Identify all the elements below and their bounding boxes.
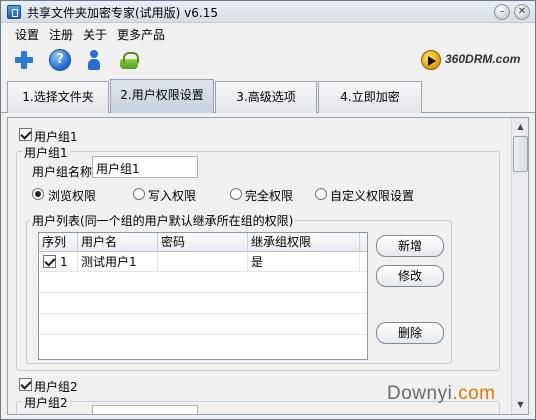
title-bar: 共享文件夹加密专家(试用版) v6.15 – ✕ <box>1 1 535 23</box>
menu-register[interactable]: 注册 <box>49 26 73 43</box>
radio-browse-label: 浏览权限 <box>48 189 97 203</box>
group2-checkbox-label: 用户组2 <box>34 380 78 394</box>
radio-write-label: 写入权限 <box>148 189 197 203</box>
site-watermark: Downyi.com <box>387 383 496 405</box>
col-username[interactable]: 用户名 <box>78 233 158 252</box>
group1-box-title: 用户组1 <box>22 144 70 161</box>
brand-logo[interactable]: 360DRM.com <box>421 49 529 71</box>
row-checkbox[interactable] <box>43 255 56 268</box>
scroll-thumb[interactable] <box>513 136 528 172</box>
row-inherit: 是 <box>248 252 360 272</box>
col-inherit[interactable]: 继承组权限 <box>248 233 360 252</box>
group2-checkbox[interactable] <box>19 378 32 391</box>
menu-bar: 设置 注册 关于 更多产品 <box>1 23 535 43</box>
vertical-scrollbar[interactable]: ▲ ▼ <box>511 118 528 414</box>
group-name-input[interactable]: 用户组1 <box>92 156 198 178</box>
scroll-down-icon[interactable]: ▼ <box>513 397 528 412</box>
app-shield-icon <box>7 5 21 19</box>
group-name-label: 用户组名称 <box>32 165 93 179</box>
radio-custom-label: 自定义权限设置 <box>330 189 415 203</box>
radio-full[interactable] <box>230 188 242 200</box>
radio-browse[interactable] <box>32 188 44 200</box>
group1-checkbox[interactable] <box>19 128 32 141</box>
menu-settings[interactable]: 设置 <box>15 26 39 43</box>
table-row-empty <box>39 315 367 335</box>
tab-encrypt-now[interactable]: 4.立即加密 <box>318 81 422 113</box>
group1-checkbox-label: 用户组1 <box>34 130 78 144</box>
user-icon[interactable] <box>83 49 105 71</box>
add-user-button[interactable]: 新增 <box>376 235 444 257</box>
logo-text: 360DRM.com <box>445 52 521 66</box>
table-row-empty <box>39 273 367 293</box>
delete-user-button[interactable]: 删除 <box>376 322 444 344</box>
radio-custom[interactable] <box>315 188 327 200</box>
main-window: 共享文件夹加密专家(试用版) v6.15 – ✕ 设置 注册 关于 更多产品 ?… <box>0 0 536 420</box>
radio-full-label: 完全权限 <box>245 189 294 203</box>
scroll-up-icon[interactable]: ▲ <box>513 119 528 134</box>
toolbar: ? 360DRM.com <box>1 43 535 75</box>
menu-about[interactable]: 关于 <box>83 26 107 43</box>
user-list-title: 用户列表(同一个组的用户默认继承所在组的权限) <box>30 212 296 229</box>
radio-write[interactable] <box>133 188 145 200</box>
tab-advanced-options[interactable]: 3.高级选项 <box>215 81 317 113</box>
group2-box-title: 用户组2 <box>22 394 70 411</box>
col-index[interactable]: 序列 <box>39 233 78 252</box>
tab-user-permissions[interactable]: 2.用户权限设置 <box>110 79 214 113</box>
table-row-empty <box>39 294 367 314</box>
step-tabs: 1.选择文件夹 2.用户权限设置 3.高级选项 4.立即加密 <box>1 79 535 113</box>
tab-select-folder[interactable]: 1.选择文件夹 <box>7 81 109 113</box>
row-password <box>158 252 248 272</box>
row-username: 测试用户1 <box>78 252 158 272</box>
menu-more-products[interactable]: 更多产品 <box>117 26 165 43</box>
group2-name-input[interactable] <box>92 405 198 414</box>
table-row[interactable]: 1 测试用户1 是 <box>39 252 367 272</box>
row-index: 1 <box>57 252 78 272</box>
permissions-panel: 用户组1 用户组1 用户组名称 用户组1 浏览权限 写入权限 完全权限 自定义权… <box>7 117 529 415</box>
minimize-button[interactable]: – <box>494 4 510 20</box>
plus-icon[interactable] <box>13 49 35 71</box>
user-table: 序列 用户名 密码 继承组权限 1 测试用户1 是 <box>38 232 368 360</box>
close-button[interactable]: ✕ <box>514 4 530 20</box>
watermark-suffix: .com <box>452 383 496 404</box>
edit-user-button[interactable]: 修改 <box>376 265 444 287</box>
window-title: 共享文件夹加密专家(试用版) v6.15 <box>27 6 218 20</box>
table-header: 序列 用户名 密码 继承组权限 <box>39 233 367 252</box>
basket-icon[interactable] <box>118 49 140 71</box>
col-password[interactable]: 密码 <box>158 233 248 252</box>
help-icon[interactable]: ? <box>49 49 71 71</box>
logo-play-icon <box>421 50 441 70</box>
watermark-main: Downyi <box>387 383 453 404</box>
